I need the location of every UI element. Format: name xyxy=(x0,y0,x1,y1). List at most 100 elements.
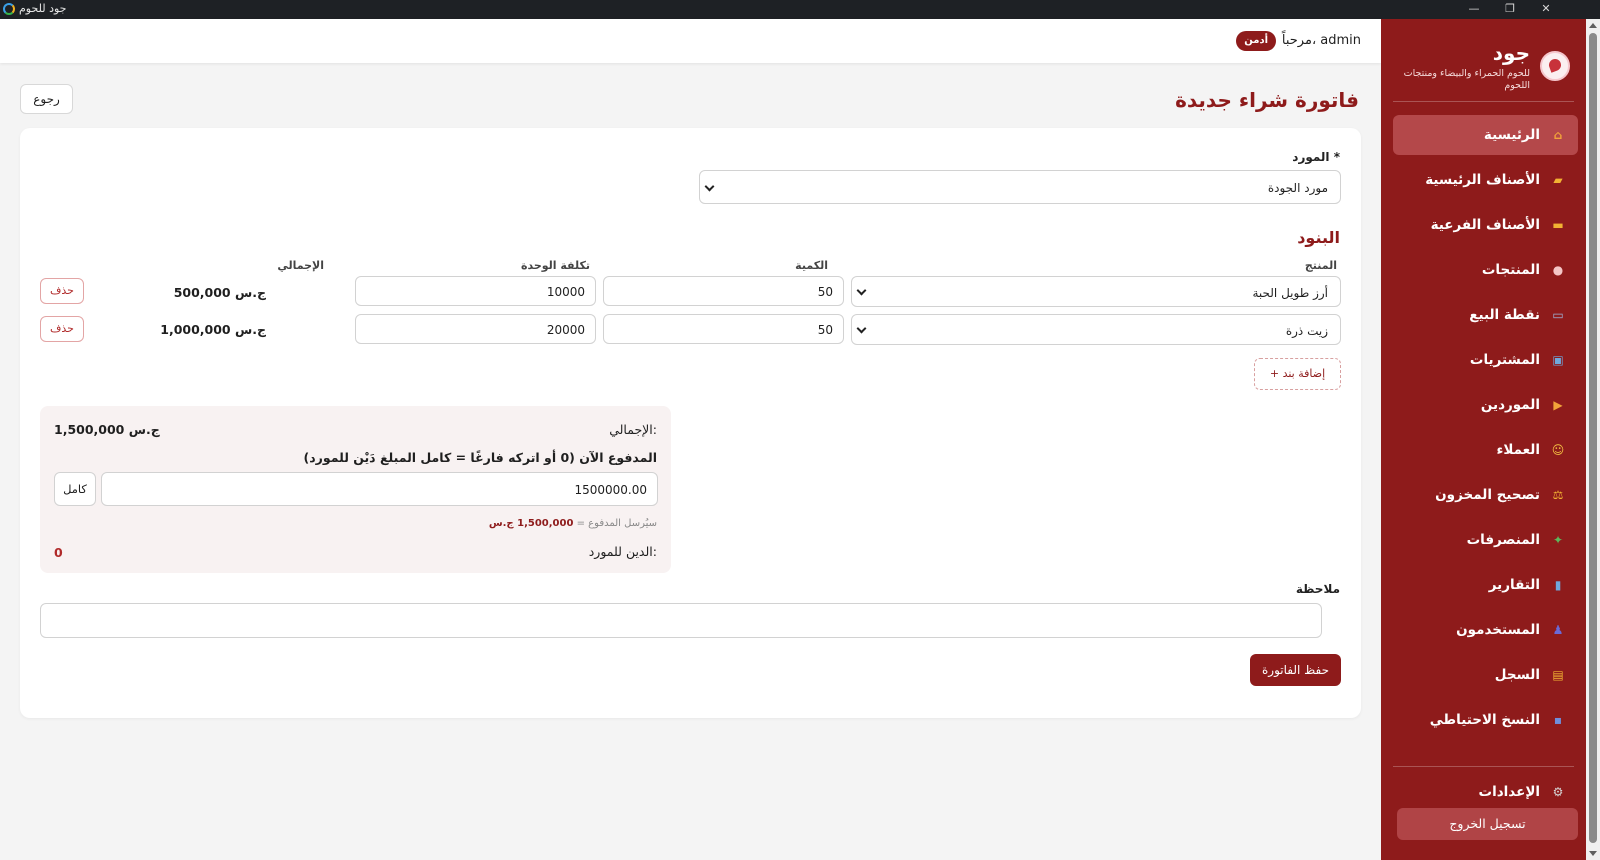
chevron-down-icon xyxy=(856,285,867,296)
maximize-button[interactable]: ❐ xyxy=(1492,0,1528,19)
paid-now-label: المدفوع الآن (0 أو اتركه فارغًا = كامل ا… xyxy=(303,450,657,465)
row-1-unit-cost-input[interactable]: 10000 xyxy=(355,276,596,306)
sidebar-item-8[interactable]: ☺ العملاء xyxy=(1393,430,1578,470)
sidebar-item-label: المستخدمون xyxy=(1456,622,1540,638)
sidebar-item-5[interactable]: ▭ نقطة البيع xyxy=(1393,295,1578,335)
brand-name: جود xyxy=(1492,41,1530,65)
row-1-quantity-input[interactable]: 50 xyxy=(603,276,844,306)
row-2-quantity-input[interactable]: 50 xyxy=(603,314,844,344)
items-section-title: البنود xyxy=(1297,228,1340,247)
truck-icon: ▶ xyxy=(1553,398,1563,412)
payment-summary: الإجمالي: 1,500,000 ج.س المدفوع الآن (0 … xyxy=(40,406,671,573)
sidebar-item-12[interactable]: ♟ المستخدمون xyxy=(1393,610,1578,650)
sidebar-divider xyxy=(1393,766,1574,767)
meat-icon: ● xyxy=(1552,263,1564,277)
invoice-form-card: المورد * مورد الجودة البنود المنتج الكمي… xyxy=(20,128,1361,718)
supplier-debt-label: الدين للمورد: xyxy=(588,544,657,559)
sidebar-item-label: تصحيح المخزون xyxy=(1435,487,1540,503)
row-2-delete-button[interactable]: حذف xyxy=(40,316,84,342)
sidebar: جود للحوم الحمراء والبيضاء ومنتجات اللحو… xyxy=(1381,19,1586,860)
sidebar-item-1[interactable]: ⌂ الرئيسية xyxy=(1393,115,1578,155)
paid-amount-input[interactable]: 1500000.00 xyxy=(101,472,658,506)
save-invoice-button[interactable]: حفظ الفاتورة xyxy=(1250,654,1341,686)
sidebar-item-label: المنتجات xyxy=(1481,262,1540,278)
floppy-icon: ▪ xyxy=(1553,713,1563,727)
gear-icon: ⚙ xyxy=(1552,785,1564,799)
sidebar-item-settings[interactable]: ⚙ الإعدادات xyxy=(1393,772,1578,812)
paid-hint-value: 1,500,000 ج.س xyxy=(488,518,574,529)
sidebar-item-label: الإعدادات xyxy=(1478,784,1540,800)
row-2-unit-cost-value: 20000 xyxy=(546,323,585,337)
sidebar-item-10[interactable]: ✦ المنصرفات xyxy=(1393,520,1578,560)
sidebar-item-label: الأصناف الرئيسية xyxy=(1425,172,1540,188)
row-2-unit-cost-input[interactable]: 20000 xyxy=(355,314,596,344)
top-header: مرحباً، admin أدمن xyxy=(0,19,1381,63)
sidebar-item-13[interactable]: ▤ السجل xyxy=(1393,655,1578,695)
paid-hint: سيُرسل المدفوع = 1,500,000 ج.س xyxy=(489,518,657,529)
supplier-select[interactable]: مورد الجودة xyxy=(699,170,1341,204)
sidebar-item-4[interactable]: ● المنتجات xyxy=(1393,250,1578,290)
scrollbar-thumb[interactable] xyxy=(1589,33,1597,843)
logout-button[interactable]: تسجيل الخروج xyxy=(1397,808,1578,840)
add-item-button[interactable]: + إضافة بند xyxy=(1254,358,1341,390)
sidebar-item-label: المشتريات xyxy=(1469,352,1540,368)
brand: جود للحوم الحمراء والبيضاء ومنتجات اللحو… xyxy=(1381,41,1586,101)
chevron-down-icon xyxy=(704,181,715,192)
sidebar-item-label: التقارير xyxy=(1488,577,1540,593)
home-icon: ⌂ xyxy=(1553,128,1563,142)
brand-tagline: للحوم الحمراء والبيضاء ومنتجات اللحوم xyxy=(1403,68,1530,91)
sidebar-item-label: الأصناف الفرعية xyxy=(1430,217,1540,233)
chevron-down-icon xyxy=(856,323,867,334)
paid-amount-value: 1500000.00 xyxy=(574,483,647,497)
sidebar-item-label: المنصرفات xyxy=(1466,532,1540,548)
shopping-bag-icon: ▣ xyxy=(1552,353,1564,367)
column-header-product: المنتج xyxy=(1304,259,1337,272)
close-button[interactable]: ✕ xyxy=(1528,0,1564,19)
vertical-scrollbar[interactable] xyxy=(1586,19,1600,860)
sidebar-item-2[interactable]: ▰ الأصناف الرئيسية xyxy=(1393,160,1578,200)
sidebar-item-7[interactable]: ▶ الموردين xyxy=(1393,385,1578,425)
sidebar-item-label: العملاء xyxy=(1496,442,1540,458)
sidebar-nav: ⌂ الرئيسية ▰ الأصناف الرئيسية ▬ الأصناف الفرع… xyxy=(1393,115,1578,745)
summary-total-label: الإجمالي: xyxy=(609,422,657,437)
sidebar-item-6[interactable]: ▣ المشتريات xyxy=(1393,340,1578,380)
note-input[interactable] xyxy=(40,603,1322,638)
sidebar-item-label: الموردين xyxy=(1480,397,1540,413)
supplier-label: المورد * xyxy=(1292,150,1340,164)
column-header-quantity: الكمية xyxy=(795,259,828,272)
row-1-unit-cost-value: 10000 xyxy=(546,285,585,299)
scroll-up-icon[interactable] xyxy=(1589,23,1597,28)
users-icon: ♟ xyxy=(1552,623,1564,637)
folder-open-icon: ▰ xyxy=(1553,173,1563,187)
sidebar-item-11[interactable]: ▮ التقارير xyxy=(1393,565,1578,605)
full-amount-button[interactable]: كامل xyxy=(54,472,96,506)
row-1-quantity-value: 50 xyxy=(817,285,833,299)
sidebar-item-label: نقطة البيع xyxy=(1469,307,1540,323)
summary-total-value: 1,500,000 ج.س xyxy=(54,422,160,437)
paid-hint-prefix: سيُرسل المدفوع = xyxy=(576,518,657,529)
sidebar-item-9[interactable]: ⚖ تصحيح المخزون xyxy=(1393,475,1578,515)
role-badge: أدمن xyxy=(1236,31,1276,51)
row-1-delete-button[interactable]: حذف xyxy=(40,278,84,304)
money-icon: ✦ xyxy=(1552,533,1564,547)
sidebar-item-14[interactable]: ▪ النسخ الاحتياطي xyxy=(1393,700,1578,740)
minimize-button[interactable]: — xyxy=(1456,0,1492,19)
window-titlebar: جود للحوم — ❐ ✕ xyxy=(0,0,1600,19)
sidebar-divider xyxy=(1393,101,1574,102)
sidebar-item-label: الرئيسية xyxy=(1483,127,1540,143)
row-1-product-value: أرز طويل الحبة xyxy=(1252,286,1328,300)
sidebar-item-3[interactable]: ▬ الأصناف الفرعية xyxy=(1393,205,1578,245)
scroll-icon: ▤ xyxy=(1552,668,1564,682)
row-1-product-select[interactable]: أرز طويل الحبة xyxy=(851,276,1341,307)
scroll-down-icon[interactable] xyxy=(1589,851,1597,856)
row-2-product-value: زيت ذرة xyxy=(1285,324,1328,338)
row-2-quantity-value: 50 xyxy=(817,323,833,337)
page-title: فاتورة شراء جديدة xyxy=(1175,88,1359,112)
chart-icon: ▮ xyxy=(1554,578,1562,592)
column-header-total: الإجمالي xyxy=(277,259,324,272)
back-button[interactable]: رجوع xyxy=(20,84,73,114)
customer-icon: ☺ xyxy=(1551,443,1565,457)
logo-icon xyxy=(1540,51,1570,81)
cart-icon: ▭ xyxy=(1552,308,1564,322)
row-2-product-select[interactable]: زيت ذرة xyxy=(851,314,1341,345)
